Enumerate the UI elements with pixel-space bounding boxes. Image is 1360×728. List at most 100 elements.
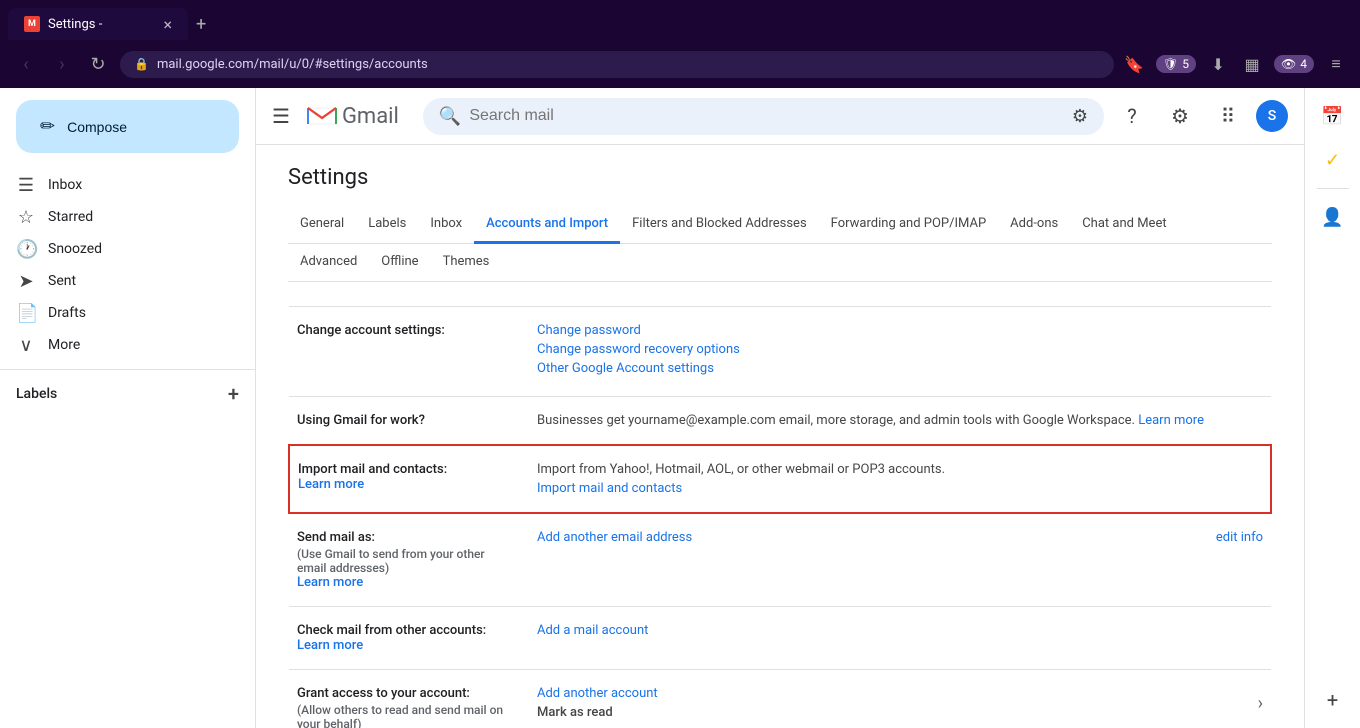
reload-button[interactable]: ↻ xyxy=(84,54,112,75)
url-display: mail.google.com/mail/u/0/#settings/accou… xyxy=(157,57,428,72)
grant-access-content: Add another account Mark as read › xyxy=(529,670,1271,728)
browser-toolbar: ‹ › ↻ 🔒 mail.google.com/mail/u/0/#settin… xyxy=(0,40,1360,88)
send-mail-as-label: Send mail as: (Use Gmail to send from yo… xyxy=(289,513,529,607)
bookmark-icon[interactable]: 🔖 xyxy=(1122,55,1146,74)
gmail-topbar: ☰ Gmail 🔍 ⚙ ? xyxy=(256,88,1304,145)
gmail-m-icon xyxy=(306,104,338,128)
ext-icon: 🛡 xyxy=(1163,57,1178,71)
check-mail-label-text: Check mail from other accounts: xyxy=(297,623,486,638)
add-label-button[interactable]: + xyxy=(228,382,239,406)
add-email-address-link[interactable]: Add another email address xyxy=(537,530,692,545)
sidebar-divider xyxy=(0,369,255,370)
contacts-rail-button[interactable]: 👤 xyxy=(1313,197,1353,237)
snooze-icon: 🕐 xyxy=(16,239,36,260)
rail-divider xyxy=(1317,188,1349,189)
tab-themes[interactable]: Themes xyxy=(431,244,502,282)
settings-main: Settings General Labels Inbox Accounts a… xyxy=(256,145,1304,728)
toolbar-right: 🔖 🛡 5 ⬇ ▦ 👁 4 ≡ xyxy=(1122,54,1348,74)
search-input[interactable] xyxy=(469,107,1064,125)
tab-favicon: M xyxy=(24,16,40,32)
active-tab[interactable]: M Settings - × xyxy=(8,8,188,40)
ext-badge-2[interactable]: 👁 4 xyxy=(1274,55,1314,73)
compose-button[interactable]: ✏ Compose xyxy=(16,100,239,153)
using-gmail-for-work-row: Using Gmail for work? Businesses get you… xyxy=(289,397,1271,446)
using-gmail-label: Using Gmail for work? xyxy=(289,397,529,446)
sidebar-item-label: Sent xyxy=(48,273,223,289)
tab-advanced[interactable]: Advanced xyxy=(288,244,369,282)
using-gmail-text: Businesses get yourname@example.com emai… xyxy=(537,413,1138,428)
tab-forwarding[interactable]: Forwarding and POP/IMAP xyxy=(819,206,999,244)
tab-offline[interactable]: Offline xyxy=(369,244,430,282)
import-mail-desc: Import from Yahoo!, Hotmail, AOL, or oth… xyxy=(537,462,1262,477)
tasks-rail-button[interactable]: ✓ xyxy=(1313,140,1353,180)
check-mail-learn-more[interactable]: Learn more xyxy=(297,638,363,653)
add-rail-app-button[interactable]: + xyxy=(1327,688,1338,712)
sidebar-item-inbox[interactable]: ☰ Inbox xyxy=(0,169,239,201)
tab-accounts-and-import[interactable]: Accounts and Import xyxy=(474,206,620,244)
sidebar-item-sent[interactable]: ➤ Sent xyxy=(0,265,239,297)
gmail-container: ✏ Compose ☰ Inbox ☆ Starred 🕐 Snoozed ➤ … xyxy=(0,88,1360,728)
help-icon: ? xyxy=(1127,104,1136,128)
sidebar-toggle-icon[interactable]: ▦ xyxy=(1240,55,1264,74)
url-protocol: mail.google.com xyxy=(157,57,254,72)
sidebar-item-drafts[interactable]: 📄 Drafts xyxy=(0,297,239,329)
forward-button[interactable]: › xyxy=(48,54,76,75)
sidebar-item-label: Starred xyxy=(48,209,223,225)
tab-general[interactable]: General xyxy=(288,206,356,244)
send-mail-as-row: Send mail as: (Use Gmail to send from yo… xyxy=(289,513,1271,607)
tab-filters[interactable]: Filters and Blocked Addresses xyxy=(620,206,819,244)
search-icon: 🔍 xyxy=(439,106,461,127)
gmail-logo: Gmail xyxy=(306,104,399,129)
change-password-recovery-link[interactable]: Change password recovery options xyxy=(537,342,1263,357)
tab-labels[interactable]: Labels xyxy=(356,206,418,244)
star-icon: ☆ xyxy=(16,207,36,228)
using-gmail-learn-more-link[interactable]: Learn more xyxy=(1138,413,1204,428)
settings-button[interactable]: ⚙ xyxy=(1160,96,1200,136)
help-button[interactable]: ? xyxy=(1112,96,1152,136)
labels-title: Labels xyxy=(16,386,57,402)
user-avatar[interactable]: S xyxy=(1256,100,1288,132)
tab-close-button[interactable]: × xyxy=(163,15,172,34)
sidebar-item-more[interactable]: ∨ More xyxy=(0,329,239,361)
new-tab-button[interactable]: + xyxy=(196,14,206,35)
check-mail-content: Add a mail account xyxy=(529,607,1271,670)
apps-grid-icon: ⠿ xyxy=(1221,104,1236,128)
tab-inbox[interactable]: Inbox xyxy=(418,206,474,244)
back-button[interactable]: ‹ xyxy=(12,54,40,75)
topbar-right-actions: ? ⚙ ⠿ S xyxy=(1112,96,1288,136)
filter-icon[interactable]: ⚙ xyxy=(1072,106,1088,127)
import-learn-more-link[interactable]: Learn more xyxy=(298,477,364,492)
address-bar[interactable]: 🔒 mail.google.com/mail/u/0/#settings/acc… xyxy=(120,51,1114,78)
grant-access-label: Grant access to your account: (Allow oth… xyxy=(289,670,529,728)
change-password-link[interactable]: Change password xyxy=(537,323,1263,338)
send-mail-learn-more[interactable]: Learn more xyxy=(297,575,363,590)
calendar-rail-button[interactable]: 📅 xyxy=(1313,96,1353,136)
extension-badge[interactable]: 🛡 5 xyxy=(1156,55,1196,73)
sidebar: ✏ Compose ☰ Inbox ☆ Starred 🕐 Snoozed ➤ … xyxy=(0,88,256,728)
tasks-icon: ✓ xyxy=(1325,150,1340,171)
compose-label: Compose xyxy=(67,119,127,135)
right-rail: 📅 ✓ 👤 + xyxy=(1304,88,1360,728)
more-icon: ∨ xyxy=(16,335,36,356)
sidebar-item-starred[interactable]: ☆ Starred xyxy=(0,201,239,233)
edit-info-link[interactable]: edit info xyxy=(1216,530,1263,545)
search-bar[interactable]: 🔍 ⚙ xyxy=(423,98,1104,135)
hamburger-menu[interactable]: ☰ xyxy=(272,104,290,128)
download-icon[interactable]: ⬇ xyxy=(1206,55,1230,74)
import-mail-label: Import mail and contacts: Learn more xyxy=(289,445,529,513)
mark-as-read-text: Mark as read xyxy=(537,705,658,720)
settings-tabs-row1: General Labels Inbox Accounts and Import… xyxy=(288,206,1272,244)
sidebar-item-snoozed[interactable]: 🕐 Snoozed xyxy=(0,233,239,265)
add-mail-account-link[interactable]: Add a mail account xyxy=(537,623,648,638)
google-account-settings-link[interactable]: Other Google Account settings xyxy=(537,361,1263,376)
change-account-settings-row: Change account settings: Change password… xyxy=(289,307,1271,397)
add-another-account-link[interactable]: Add another account xyxy=(537,686,658,701)
tab-addons[interactable]: Add-ons xyxy=(998,206,1070,244)
import-mail-contacts-link[interactable]: Import mail and contacts xyxy=(537,481,682,496)
lock-icon: 🔒 xyxy=(134,57,149,71)
tab-chat-and-meet[interactable]: Chat and Meet xyxy=(1070,206,1178,244)
browser-menu-icon[interactable]: ≡ xyxy=(1324,54,1348,74)
chevron-right-icon: › xyxy=(1258,693,1263,714)
apps-button[interactable]: ⠿ xyxy=(1208,96,1248,136)
sent-icon: ➤ xyxy=(16,271,36,292)
